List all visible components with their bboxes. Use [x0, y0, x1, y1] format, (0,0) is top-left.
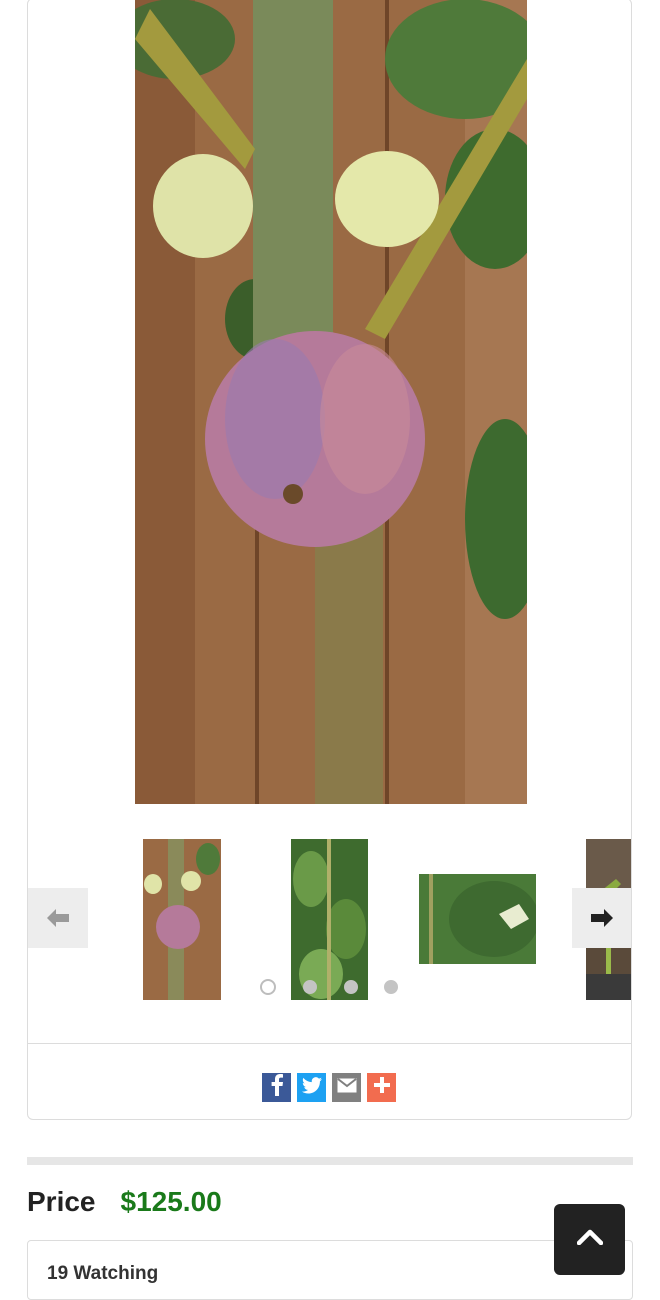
share-bar [262, 1073, 396, 1102]
watching-count: 19 Watching [47, 1263, 159, 1284]
carousel-dot-4[interactable] [384, 980, 398, 994]
facebook-icon [270, 1074, 284, 1101]
thumbnail-2[interactable] [291, 839, 368, 1000]
watching-box: 19 Watching [27, 1240, 633, 1300]
price-value: $125.00 [120, 1186, 222, 1217]
more-share-button[interactable] [367, 1073, 396, 1102]
arrow-left-icon [47, 909, 69, 927]
carousel-prev-button[interactable] [28, 888, 88, 948]
facebook-share-button[interactable] [262, 1073, 291, 1102]
main-product-image[interactable] [135, 0, 527, 804]
carousel-dot-2[interactable] [303, 980, 317, 994]
scroll-to-top-button[interactable] [554, 1204, 625, 1275]
carousel-next-button[interactable] [572, 888, 631, 948]
product-gallery-card [27, 0, 632, 1120]
arrow-right-icon [591, 909, 613, 927]
price-label: Price [27, 1186, 96, 1217]
email-share-button[interactable] [332, 1073, 361, 1102]
plus-icon [373, 1077, 390, 1098]
carousel-dot-1[interactable] [260, 979, 276, 995]
thumbnail-3[interactable] [419, 874, 536, 964]
twitter-share-button[interactable] [297, 1073, 326, 1102]
section-separator [27, 1157, 633, 1165]
card-divider [28, 1043, 631, 1044]
chevron-up-icon [576, 1229, 603, 1250]
thumbnail-1[interactable] [143, 839, 221, 1000]
carousel-dot-3[interactable] [344, 980, 358, 994]
email-icon [336, 1077, 357, 1098]
carousel-pagination [258, 979, 438, 999]
twitter-icon [301, 1076, 322, 1099]
price-row: Price $125.00 [27, 1186, 222, 1218]
